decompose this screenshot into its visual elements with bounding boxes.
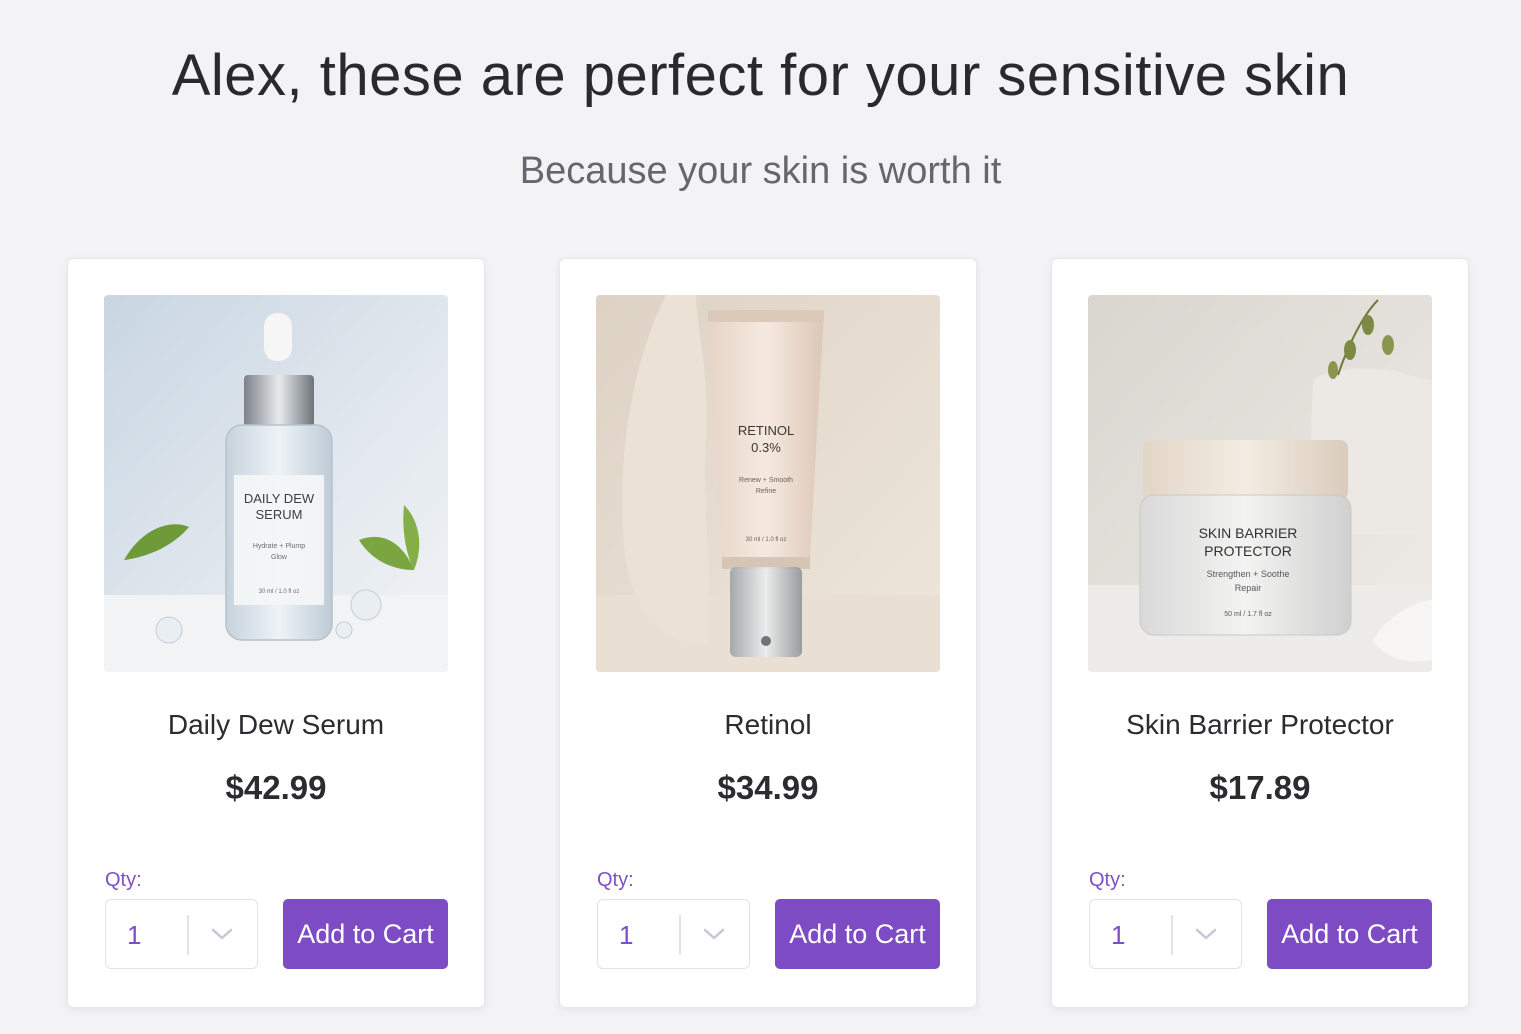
add-to-cart-button[interactable]: Add to Cart <box>283 899 448 969</box>
product-image-protector[interactable]: SKIN BARRIER PROTECTOR Strengthen + Soot… <box>1088 295 1432 672</box>
quantity-value: 1 <box>127 920 142 950</box>
qty-label: Qty: <box>105 869 142 891</box>
serum-label-tag2: Glow <box>271 554 288 561</box>
serum-label-line1: DAILY DEW <box>244 491 315 506</box>
product-price: $17.89 <box>1209 769 1311 806</box>
retinol-label-line1: RETINOL <box>738 423 794 438</box>
serum-label-size: 30 ml / 1.0 fl oz <box>259 589 300 595</box>
product-card-skin-barrier-protector: SKIN BARRIER PROTECTOR Strengthen + Soot… <box>1051 258 1469 1008</box>
retinol-label-tag: Renew + Smooth <box>739 477 793 484</box>
qty-label: Qty: <box>1089 869 1126 891</box>
page-subtitle: Because your skin is worth it <box>519 150 1002 192</box>
product-price: $42.99 <box>225 769 327 806</box>
product-image-retinol[interactable]: RETINOL 0.3% Renew + Smooth Refine 30 ml… <box>596 295 940 672</box>
serum-label-line2: SERUM <box>256 507 303 522</box>
protector-label-tag: Strengthen + Soothe <box>1207 569 1290 579</box>
chevron-down-icon <box>1195 928 1217 940</box>
quantity-select[interactable]: 1 <box>597 899 750 969</box>
add-to-cart-button[interactable]: Add to Cart <box>1267 899 1432 969</box>
retinol-label-size: 30 ml / 1.0 fl oz <box>746 537 787 543</box>
select-divider <box>187 915 189 955</box>
add-to-cart-button[interactable]: Add to Cart <box>775 899 940 969</box>
protector-label-tag2: Repair <box>1235 583 1262 593</box>
product-image-serum[interactable]: DAILY DEW SERUM Hydrate + Plump Glow 30 … <box>104 295 448 672</box>
quantity-select[interactable]: 1 <box>105 899 258 969</box>
select-divider <box>1171 915 1173 955</box>
page-title: Alex, these are perfect for your sensiti… <box>171 43 1350 108</box>
product-card-daily-dew-serum: DAILY DEW SERUM Hydrate + Plump Glow 30 … <box>67 258 485 1008</box>
product-price: $34.99 <box>717 769 819 806</box>
quantity-value: 1 <box>619 920 634 950</box>
product-name[interactable]: Daily Dew Serum <box>68 709 484 741</box>
protector-label-size: 50 ml / 1.7 fl oz <box>1224 611 1272 618</box>
product-name[interactable]: Retinol <box>560 709 976 741</box>
protector-label-line2: PROTECTOR <box>1204 543 1292 559</box>
retinol-label-line2: 0.3% <box>751 440 781 455</box>
recommendations-page: Alex, these are perfect for your sensiti… <box>0 0 1521 1034</box>
quantity-value: 1 <box>1111 920 1126 950</box>
quantity-select[interactable]: 1 <box>1089 899 1242 969</box>
chevron-down-icon <box>211 928 233 940</box>
chevron-down-icon <box>703 928 725 940</box>
product-name[interactable]: Skin Barrier Protector <box>1052 709 1468 741</box>
qty-label: Qty: <box>597 869 634 891</box>
protector-label-line1: SKIN BARRIER <box>1199 525 1298 541</box>
select-divider <box>679 915 681 955</box>
retinol-label-tag2: Refine <box>756 488 776 495</box>
product-card-retinol: RETINOL 0.3% Renew + Smooth Refine 30 ml… <box>559 258 977 1008</box>
serum-label-tag: Hydrate + Plump <box>253 543 305 550</box>
